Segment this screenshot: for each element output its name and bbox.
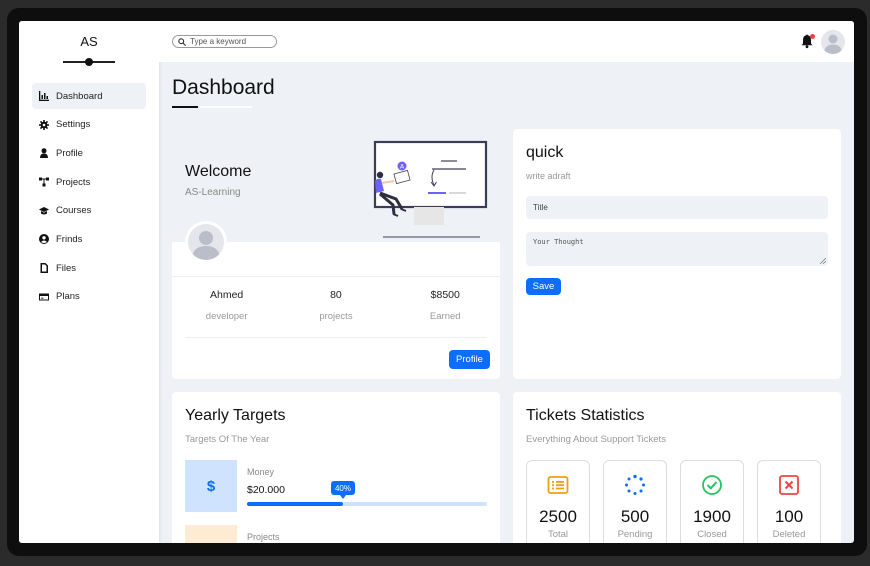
sidebar-item-friends[interactable]: Frinds [32,226,146,252]
ticket-deleted: 100 Deleted [757,460,821,543]
tickets-statistics-card: Tickets Statistics Everything About Supp… [513,392,841,543]
title-underline-light [200,106,252,108]
diagram-icon [38,176,50,188]
sidebar-item-courses[interactable]: Courses [32,198,146,224]
ticket-label: Closed [697,529,727,540]
welcome-illustration: A [373,140,488,238]
stat-name: Ahmed developer [172,289,281,322]
gear-icon [38,119,50,131]
stat-value: $8500 [430,289,460,301]
welcome-avatar[interactable] [185,221,227,263]
spinner-icon [625,474,645,495]
profile-button[interactable]: Profile [449,350,490,369]
stat-label: developer [205,311,248,322]
thought-textarea[interactable]: Your Thought [526,232,828,266]
dollar-icon: $ [185,460,237,512]
sidebar-nav: Dashboard Settings Profile Projects Cour… [32,83,146,313]
brand-dot [85,58,93,66]
check-circle-icon [702,475,722,495]
sidebar-item-label: Courses [56,205,92,217]
stat-earned: $8500 Earned [391,289,500,322]
notification-dot [810,34,815,39]
stat-projects: 80 projects [281,289,390,322]
x-square-icon [779,475,799,495]
sidebar-item-label: Projects [56,176,91,188]
target-label: Money [247,467,275,477]
stat-value: Ahmed [210,289,244,301]
title-underline [172,106,198,108]
quick-draft-card: quick write adraft Title Your Thought Sa… [513,129,841,379]
title-input[interactable]: Title [526,196,828,219]
target-value: $20.000 [247,484,285,496]
targets-title: Yearly Targets [185,407,286,424]
tickets-title: Tickets Statistics [526,407,645,424]
ticket-label: Deleted [772,529,806,540]
progress-badge: 40% [331,481,355,499]
sidebar-item-files[interactable]: Files [32,255,146,281]
ticket-label: Total [547,529,569,540]
sidebar-item-projects[interactable]: Projects [32,169,146,195]
list-icon [547,476,569,494]
save-button[interactable]: Save [526,278,561,295]
ticket-total: 2500 Total [526,460,590,543]
progress-track [247,502,487,506]
sidebar-item-label: Files [56,262,77,274]
search-icon [178,37,186,46]
sidebar: AS Dashboard Settings Profile Projects C… [19,21,159,543]
ticket-value: 1900 [693,507,731,526]
chart-icon [38,90,50,102]
quick-title: quick [526,144,564,161]
welcome-divider [185,337,487,338]
sidebar-item-label: Frinds [56,233,83,245]
brand-logo: AS [80,34,98,49]
target-label: Projects [247,532,280,542]
sidebar-item-profile[interactable]: Profile [32,140,146,166]
yearly-targets-card: Yearly Targets Targets Of The Year $ Mon… [172,392,500,543]
welcome-stats: Ahmed developer 80 projects $8500 Earned [172,289,500,322]
tickets-subtitle: Everything About Support Tickets [526,434,666,445]
sidebar-item-dashboard[interactable]: Dashboard [32,83,146,109]
page-title: Dashboard [172,76,275,99]
credit-card-icon [38,291,50,303]
welcome-card: Welcome AS-Learning A Ahmed developer 80… [172,129,500,379]
topbar [159,21,854,62]
file-icon [38,262,50,274]
resize-grip-icon[interactable] [820,258,826,264]
sidebar-item-label: Profile [56,147,83,159]
sidebar-item-label: Plans [56,291,80,303]
search-box[interactable] [172,35,277,48]
welcome-divider [172,276,500,277]
app-screen: AS Dashboard Settings Profile Projects C… [19,21,854,543]
ticket-pending: 500 Pending [603,460,667,543]
targets-subtitle: Targets Of The Year [185,434,270,445]
ticket-closed: 1900 Closed [680,460,744,543]
quick-subtitle: write adraft [526,171,571,181]
stat-label: projects [319,311,353,322]
ticket-label: Pending [617,529,653,540]
sidebar-item-label: Dashboard [56,90,103,102]
stat-label: Earned [429,311,461,322]
search-input[interactable] [190,37,270,46]
graduation-cap-icon [38,205,50,217]
ticket-value: 100 [774,507,804,526]
sidebar-item-label: Settings [56,119,91,131]
welcome-title: Welcome [185,163,252,180]
user-icon [38,147,50,159]
user-circle-icon [38,233,50,245]
avatar[interactable] [821,30,845,54]
progress-fill [247,502,343,506]
ticket-value: 500 [620,507,650,526]
sidebar-item-plans[interactable]: Plans [32,284,146,310]
thought-placeholder: Your Thought [533,238,584,246]
ticket-value: 2500 [539,507,577,526]
welcome-subtitle: AS-Learning [185,187,241,198]
projects-target-icon [185,525,237,543]
sidebar-item-settings[interactable]: Settings [32,112,146,138]
stat-value: 80 [330,289,342,301]
